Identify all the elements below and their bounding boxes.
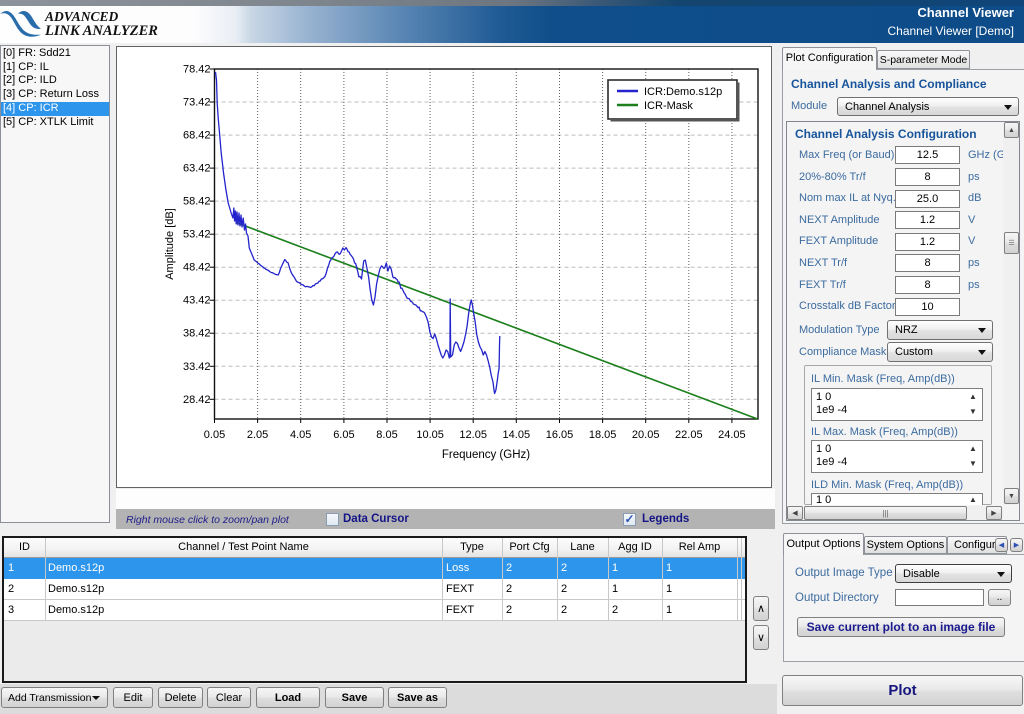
svg-text:14.05: 14.05 bbox=[503, 429, 531, 441]
svg-text:38.42: 38.42 bbox=[183, 328, 211, 340]
svg-text:4.05: 4.05 bbox=[290, 429, 311, 441]
svg-text:58.42: 58.42 bbox=[183, 196, 211, 208]
svg-text:6.05: 6.05 bbox=[333, 429, 354, 441]
svg-text:12.05: 12.05 bbox=[459, 429, 487, 441]
svg-text:68.42: 68.42 bbox=[183, 130, 211, 142]
svg-text:Frequency (GHz): Frequency (GHz) bbox=[442, 449, 530, 461]
svg-text:20.05: 20.05 bbox=[632, 429, 660, 441]
svg-text:2.05: 2.05 bbox=[247, 429, 268, 441]
svg-text:8.05: 8.05 bbox=[376, 429, 397, 441]
svg-text:78.42: 78.42 bbox=[183, 64, 211, 76]
svg-text:63.42: 63.42 bbox=[183, 163, 211, 175]
svg-text:24.05: 24.05 bbox=[718, 429, 746, 441]
svg-text:33.42: 33.42 bbox=[183, 361, 211, 373]
svg-text:ICR-Mask: ICR-Mask bbox=[644, 100, 693, 112]
svg-text:10.05: 10.05 bbox=[416, 429, 444, 441]
svg-text:Amplitude [dB]: Amplitude [dB] bbox=[164, 208, 176, 280]
svg-text:16.05: 16.05 bbox=[546, 429, 574, 441]
svg-text:0.05: 0.05 bbox=[204, 429, 225, 441]
svg-text:18.05: 18.05 bbox=[589, 429, 617, 441]
svg-text:48.42: 48.42 bbox=[183, 262, 211, 274]
svg-text:43.42: 43.42 bbox=[183, 295, 211, 307]
svg-text:28.42: 28.42 bbox=[183, 394, 211, 406]
svg-text:53.42: 53.42 bbox=[183, 229, 211, 241]
svg-text:ICR:Demo.s12p: ICR:Demo.s12p bbox=[644, 86, 722, 98]
svg-text:73.42: 73.42 bbox=[183, 97, 211, 109]
svg-text:22.05: 22.05 bbox=[675, 429, 703, 441]
